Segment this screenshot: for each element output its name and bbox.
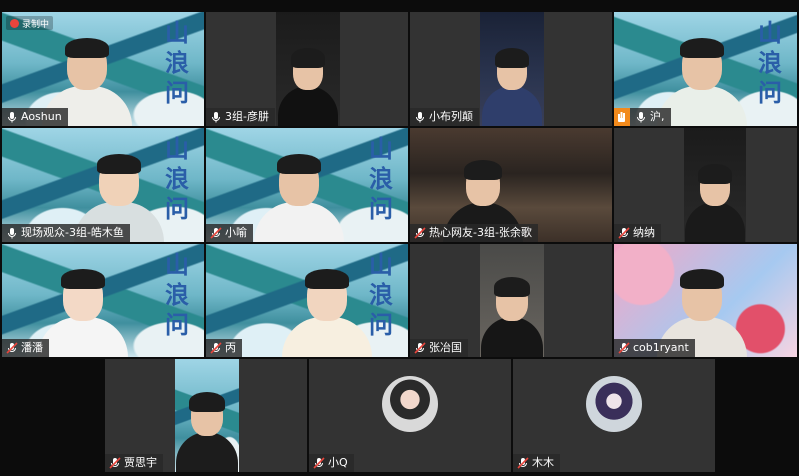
muted-microphone-icon xyxy=(109,457,121,469)
participant-name: 贾思宇 xyxy=(124,456,157,469)
muted-microphone-icon xyxy=(6,342,18,354)
recording-indicator: 录制中 xyxy=(6,16,54,30)
participant-name: 热心网友-3组-张余歌 xyxy=(429,226,532,239)
muted-microphone-icon xyxy=(517,457,529,469)
participant-name: 小Q xyxy=(328,456,348,469)
participant-name: 现场观众-3组-皓木鱼 xyxy=(21,226,124,239)
background-calligraphy: 山浪问 xyxy=(758,18,782,107)
muted-microphone-icon xyxy=(618,227,630,239)
participant-tile[interactable]: 山浪问 现场观众-3组-皓木鱼 xyxy=(2,128,204,242)
participant-name-bar: 沪, xyxy=(614,108,671,126)
muted-microphone-icon xyxy=(414,342,426,354)
participant-name-bar: 丙 xyxy=(206,339,242,357)
muted-microphone-icon xyxy=(210,227,222,239)
participant-name-bar: Aoshun xyxy=(2,108,68,126)
participant-video xyxy=(480,12,544,126)
participant-name-bar: 小布列颠 xyxy=(410,108,479,126)
participant-name: 潘潘 xyxy=(21,341,43,354)
raise-hand-icon xyxy=(614,108,630,126)
participant-video xyxy=(684,128,746,242)
profile-avatar xyxy=(382,375,438,432)
participant-tile[interactable]: cob1ryant xyxy=(614,244,797,357)
participant-name: 张冶国 xyxy=(429,341,462,354)
participant-tile[interactable]: 纳纳 xyxy=(614,128,797,242)
participant-video xyxy=(175,359,239,472)
participant-name: 沪, xyxy=(650,110,665,123)
participant-tile[interactable]: 热心网友-3组-张余歌 xyxy=(410,128,612,242)
microphone-icon xyxy=(637,112,645,123)
background-calligraphy: 山浪问 xyxy=(165,134,189,223)
participant-name-bar: 热心网友-3组-张余歌 xyxy=(410,224,538,242)
muted-microphone-icon xyxy=(210,342,222,354)
microphone-icon xyxy=(8,112,16,123)
participant-tile[interactable]: 山浪问 潘潘 xyxy=(2,244,204,357)
participant-video xyxy=(480,244,544,357)
participant-tile[interactable]: 小布列颠 xyxy=(410,12,612,126)
participant-name: 小布列颠 xyxy=(429,110,473,123)
microphone-icon xyxy=(8,228,16,239)
participant-tile-aoshun[interactable]: 山浪问 录制中 Aoshun xyxy=(2,12,204,126)
participant-tile[interactable]: 张冶国 xyxy=(410,244,612,357)
participant-tile[interactable]: 3组-彦肼 xyxy=(206,12,408,126)
participant-tile[interactable]: 山浪问 沪, xyxy=(614,12,797,126)
participant-tile[interactable]: 木木 xyxy=(513,359,715,472)
participant-name-bar: 现场观众-3组-皓木鱼 xyxy=(2,224,130,242)
profile-avatar xyxy=(586,375,642,432)
background-calligraphy: 山浪问 xyxy=(165,250,189,339)
microphone-icon xyxy=(416,112,424,123)
background-calligraphy: 山浪问 xyxy=(165,18,189,107)
participant-name: 3组-彦肼 xyxy=(225,110,269,123)
participant-tile[interactable]: 山浪问 小喻 xyxy=(206,128,408,242)
participant-name-bar: 木木 xyxy=(513,454,560,472)
participant-video xyxy=(276,12,340,126)
muted-microphone-icon xyxy=(618,342,630,354)
participant-name-bar: 纳纳 xyxy=(614,224,661,242)
participant-name-bar: 小Q xyxy=(309,454,354,472)
participant-name-bar: 3组-彦肼 xyxy=(206,108,275,126)
participant-tile[interactable]: 小Q xyxy=(309,359,511,472)
participant-name: 小喻 xyxy=(225,226,247,239)
microphone-icon xyxy=(212,112,220,123)
participant-name: 纳纳 xyxy=(633,226,655,239)
participant-name: 丙 xyxy=(225,341,236,354)
participant-name-bar: 小喻 xyxy=(206,224,253,242)
participant-tile[interactable]: 山浪问 丙 xyxy=(206,244,408,357)
participant-name: cob1ryant xyxy=(633,341,689,354)
participant-name-bar: 潘潘 xyxy=(2,339,49,357)
participant-name: Aoshun xyxy=(21,110,62,123)
participant-name-bar: 贾思宇 xyxy=(105,454,163,472)
participant-name-bar: cob1ryant xyxy=(614,339,695,357)
muted-microphone-icon xyxy=(414,227,426,239)
record-icon xyxy=(10,18,19,28)
muted-microphone-icon xyxy=(313,457,325,469)
participant-tile[interactable]: 贾思宇 xyxy=(105,359,307,472)
background-calligraphy: 山浪问 xyxy=(369,134,393,223)
participant-name-bar: 张冶国 xyxy=(410,339,468,357)
participant-name: 木木 xyxy=(532,456,554,469)
